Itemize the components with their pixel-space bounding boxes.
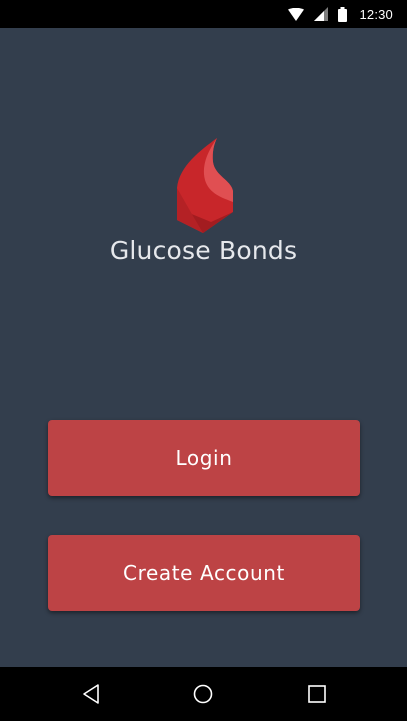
create-account-button[interactable]: Create Account: [48, 535, 360, 611]
cell-signal-icon: [314, 7, 329, 21]
battery-icon: [338, 6, 348, 22]
recents-icon[interactable]: [302, 679, 332, 709]
status-bar: 12:30: [0, 0, 407, 28]
status-time: 12:30: [359, 6, 393, 22]
login-button[interactable]: Login: [48, 420, 360, 496]
blood-drop-icon: [171, 136, 237, 234]
back-icon[interactable]: [76, 679, 106, 709]
wifi-icon: [288, 7, 305, 21]
app-screen: 12:30 Glucose Bonds Login Create Account: [0, 0, 407, 721]
app-title: Glucose Bonds: [109, 236, 298, 265]
navigation-bar: [0, 667, 407, 721]
home-icon[interactable]: [188, 679, 218, 709]
